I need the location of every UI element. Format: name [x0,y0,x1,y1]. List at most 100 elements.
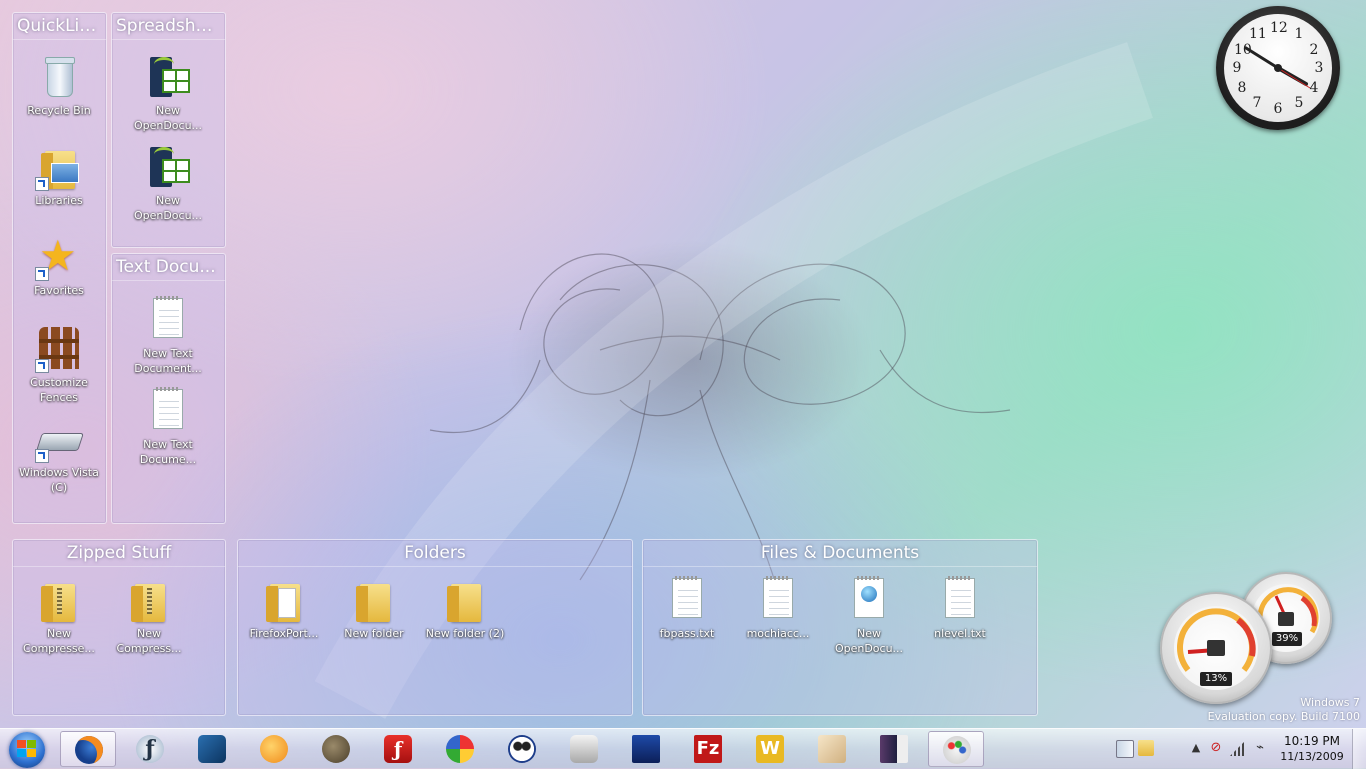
taskbar-button-panda[interactable] [494,731,550,767]
icon-label: Customize Fences [30,376,88,404]
taskbar-button-gimp[interactable] [308,731,364,767]
desktop-icon-zip[interactable]: New Compress... [107,576,191,656]
desktop-icon-folder[interactable]: FirefoxPort... [242,576,326,641]
folder-icon [441,576,489,624]
desktop-icon-text-document[interactable]: New Text Document... [126,296,210,376]
clock-gadget[interactable]: 12 1 2 3 4 5 6 7 8 9 10 11 [1216,6,1340,130]
fence-spreadsheets[interactable]: Spreadshe... New OpenDocu... New OpenDoc… [111,12,226,248]
taskbar-button-camera[interactable] [556,731,612,767]
taskbar-button-sim-2006[interactable] [618,731,674,767]
windows-logo-icon [17,740,37,758]
desktop-icon-text-document[interactable]: New Text Docume... [126,387,210,467]
flash-icon: ƒ [136,735,164,763]
bird-game-icon [260,735,288,763]
folder-icon [350,576,398,624]
volume-muted-icon[interactable]: ⊘ [1208,740,1224,756]
simcity4-icon [880,735,908,763]
spreadsheet-icon [144,143,192,191]
hard-drive-icon [35,415,84,463]
power-plug-icon[interactable]: ⌁ [1252,740,1268,756]
taskbar-button-filezilla-ball[interactable] [432,731,488,767]
watermark-line-2: Evaluation copy. Build 7100 [1207,710,1360,723]
taskbar-button-simcity4[interactable] [866,731,922,767]
show-desktop-button[interactable] [1352,729,1366,769]
watermark-line-1: Windows 7 [1300,696,1360,709]
fence-zipped-stuff[interactable]: Zipped Stuff New Compresse... New Compre… [12,539,226,716]
cpu-readout: 13% [1200,672,1232,686]
icon-label: nlevel.txt [934,627,986,640]
wordpad-w-icon: W [756,735,784,763]
taskbar-button-firefox[interactable] [60,731,116,767]
fence-text-documents[interactable]: Text Docu... New Text Document... New Te… [111,253,226,524]
taskbar-button-flash-player[interactable]: ƒ [370,731,426,767]
sim-2006-icon [632,735,660,763]
clock-face: 12 1 2 3 4 5 6 7 8 9 10 11 [1224,14,1332,122]
text-file-icon [754,576,802,624]
desktop-icon-favorites[interactable]: ★ Favorites [17,233,101,298]
firefox-icon [75,736,103,764]
icon-label: mochiacc... [746,627,810,640]
taskbar-button-filezilla[interactable]: Fz [680,731,736,767]
taskbar: ƒ ƒ Fz W ▲ ⊘ ⌁ 10:19 PM 11/13/2009 [0,728,1366,769]
fence-files-documents[interactable]: Files & Documents fbpass.txt mochiacc...… [642,539,1038,716]
icon-label: New folder (2) [425,627,505,640]
taskbar-button-flash[interactable]: ƒ [122,731,178,767]
fence-icon [35,325,83,373]
dreamweaver-icon [198,735,226,763]
network-signal-icon[interactable] [1230,740,1246,756]
recycle-bin-tray-icon[interactable] [1116,740,1134,758]
desktop-icon-customize-fences[interactable]: Customize Fences [17,325,101,405]
desktop-icon-libraries[interactable]: Libraries [17,143,101,208]
taskbar-clock[interactable]: 10:19 PM 11/13/2009 [1280,734,1344,764]
recycle-bin-icon [35,53,83,101]
icon-label: FirefoxPort... [249,627,319,640]
star-icon: ★ [35,233,83,281]
desktop-icon-folder[interactable]: New folder [332,576,416,641]
fence-title[interactable]: Folders [238,540,632,567]
cpu-gauge[interactable]: 13% [1160,592,1272,704]
desktop-icon-windows-vista-drive[interactable]: Windows Vista (C) [17,415,101,495]
memory-readout: 39% [1272,632,1302,646]
desktop-icon-folder[interactable]: New folder (2) [423,576,507,641]
fence-title[interactable]: Zipped Stuff [13,540,225,567]
camera-icon [570,735,598,763]
windows-watermark: Windows 7 Evaluation copy. Build 7100 [1208,696,1360,724]
taskbar-button-dreamweaver[interactable] [184,731,240,767]
panda-icon [508,735,536,763]
taskbar-button-wordpad[interactable]: W [742,731,798,767]
show-hidden-icons-chevron-icon[interactable]: ▲ [1188,740,1204,756]
text-file-icon [144,387,192,435]
desktop-icon-text-file[interactable]: fbpass.txt [645,576,729,641]
spreadsheet-icon [144,53,192,101]
start-button[interactable] [4,730,50,768]
flash-player-icon: ƒ [384,735,412,763]
taskbar-button-paint[interactable] [928,731,984,767]
fence-title[interactable]: Files & Documents [643,540,1037,567]
icon-label: New OpenDocu... [834,627,904,655]
icon-label: New OpenDocu... [133,194,203,222]
sketch-icon [818,735,846,763]
desktop-icon-opendocument[interactable]: New OpenDocu... [827,576,911,656]
text-file-icon [663,576,711,624]
desktop-icon-zip[interactable]: New Compresse... [17,576,101,656]
fence-title[interactable]: Text Docu... [112,254,225,281]
icon-label: New folder [344,627,404,640]
desktop-icon-spreadsheet[interactable]: New OpenDocu... [126,53,210,133]
fence-folders[interactable]: Folders FirefoxPort... New folder New fo… [237,539,633,716]
icon-label: Libraries [35,194,83,207]
folder-tray-icon[interactable] [1138,740,1154,756]
desktop-icon-spreadsheet[interactable]: New OpenDocu... [126,143,210,223]
icon-label: Favorites [34,284,84,297]
fence-title[interactable]: QuickLinks [13,13,106,40]
notification-area: ▲ ⊘ ⌁ [1110,729,1280,769]
fence-title[interactable]: Spreadshe... [112,13,225,40]
fence-quicklinks[interactable]: QuickLinks Recycle Bin Libraries ★ Favor… [12,12,107,524]
desktop-icon-text-file[interactable]: mochiacc... [736,576,820,641]
icon-label: New Text Document... [134,347,202,375]
web-document-icon [845,576,893,624]
desktop-icon-text-file[interactable]: nlevel.txt [918,576,1002,641]
taskbar-button-bird-game[interactable] [246,731,302,767]
desktop-icon-recycle-bin[interactable]: Recycle Bin [17,53,101,118]
text-file-icon [936,576,984,624]
taskbar-button-sketch[interactable] [804,731,860,767]
